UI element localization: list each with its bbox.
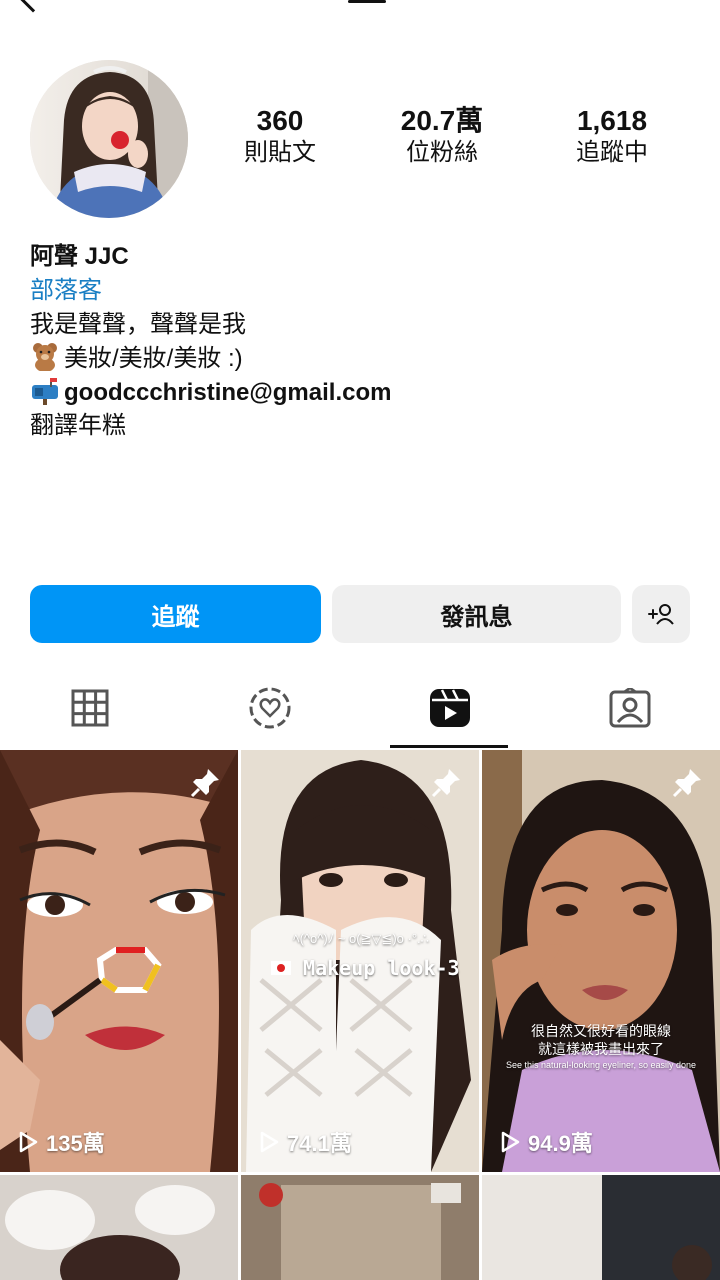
reel-thumbnail[interactable] — [241, 1175, 479, 1280]
tab-highlights[interactable] — [180, 668, 360, 748]
bio-line: 美妝/美妝/美妝 :) — [30, 341, 690, 375]
reel-views: 94.9萬 — [500, 1126, 593, 1158]
play-icon — [501, 1131, 520, 1153]
heart-circle-icon — [249, 687, 291, 729]
bio-line: goodccchristine@gmail.com — [30, 375, 690, 409]
reel-views: 135萬 — [18, 1126, 105, 1158]
tab-reels[interactable] — [360, 668, 540, 748]
posts-stat[interactable]: 360 則貼文 — [200, 104, 360, 168]
follow-button[interactable]: 追蹤 — [30, 585, 321, 643]
reel-view-count: 135萬 — [46, 1131, 105, 1156]
reel-caption-zh: 很自然又很好看的眼線 就這樣被我畫出來了 — [488, 1022, 714, 1058]
tab-tagged[interactable] — [540, 668, 720, 748]
tab-active-indicator — [390, 745, 508, 748]
reel-caption-zh-line: 很自然又很好看的眼線 — [531, 1023, 671, 1039]
tagged-icon — [609, 688, 651, 728]
reel-thumbnail[interactable]: ﾍ(^o^)ﾉ ~ o(≧▽≦)o ·°.∴ Makeup look-3 74.… — [241, 750, 479, 1172]
posts-count: 360 — [256, 105, 304, 136]
avatar[interactable] — [30, 60, 188, 218]
mailbox-icon — [32, 378, 58, 405]
reel-views: 74.1萬 — [259, 1126, 352, 1158]
bio-line[interactable]: 翻譯年糕 — [30, 409, 690, 442]
reels-grid: 135萬 ﾍ(^o^)ﾉ ~ o(≧▽≦)o ·°.∴ Makeup look-… — [0, 750, 720, 1280]
reel-caption-decoration: ﾍ(^o^)ﾉ ~ o(≧▽≦)o ·°.∴ — [293, 931, 429, 946]
pin-icon — [190, 769, 219, 798]
following-stat[interactable]: 1,618 追蹤中 — [532, 104, 692, 168]
bio-makeup-text: 美妝/美妝/美妝 :) — [64, 345, 243, 372]
profile-stats: 360 則貼文 20.7萬 位粉絲 1,618 追蹤中 — [200, 104, 720, 174]
following-label: 追蹤中 — [576, 139, 648, 166]
play-icon — [19, 1131, 38, 1153]
message-button[interactable]: 發訊息 — [332, 585, 621, 643]
reel-caption-en: See this natural-looking eyeliner, so ea… — [505, 1060, 697, 1070]
reel-thumbnail[interactable]: 很自然又很好看的眼線 就這樣被我畫出來了 See this natural-lo… — [482, 750, 720, 1172]
tab-posts[interactable] — [0, 668, 180, 748]
profile-bio: 阿聲 JJC 部落客 我是聲聲，聲聲是我 美妝/美妝/美妝 :) goodccc… — [30, 240, 690, 442]
japan-flag-icon — [271, 961, 291, 975]
bio-email[interactable]: goodccchristine@gmail.com — [64, 379, 391, 406]
grid-icon — [71, 689, 109, 727]
profile-category: 部落客 — [30, 277, 102, 304]
top-bar — [0, 0, 720, 20]
reel-caption: Makeup look-3 — [271, 956, 471, 980]
reel-view-count: 74.1萬 — [287, 1131, 352, 1156]
pin-icon — [431, 769, 460, 798]
reels-icon — [430, 689, 470, 727]
posts-label: 則貼文 — [244, 139, 316, 166]
reel-thumbnail[interactable]: 135萬 — [0, 750, 238, 1172]
menu-icon[interactable] — [348, 0, 386, 3]
reel-thumbnail[interactable] — [0, 1175, 238, 1280]
teddy-bear-icon — [33, 343, 57, 371]
followers-stat[interactable]: 20.7萬 位粉絲 — [362, 104, 522, 168]
profile-name: 阿聲 JJC — [30, 243, 129, 270]
followers-label: 位粉絲 — [406, 139, 478, 166]
play-icon — [260, 1131, 279, 1153]
reel-caption-zh-line: 就這樣被我畫出來了 — [538, 1041, 664, 1057]
profile-tabs — [0, 668, 720, 748]
reel-view-count: 94.9萬 — [528, 1131, 593, 1156]
add-friend-button[interactable] — [632, 585, 690, 643]
reel-caption-text: Makeup look-3 — [303, 956, 460, 980]
reel-thumbnail[interactable] — [482, 1175, 720, 1280]
bio-line: 我是聲聲，聲聲是我 — [30, 311, 246, 338]
following-count: 1,618 — [576, 105, 648, 136]
pin-icon — [672, 769, 701, 798]
back-icon[interactable] — [17, 0, 49, 13]
followers-count: 20.7萬 — [400, 105, 484, 136]
add-person-icon — [648, 604, 674, 625]
